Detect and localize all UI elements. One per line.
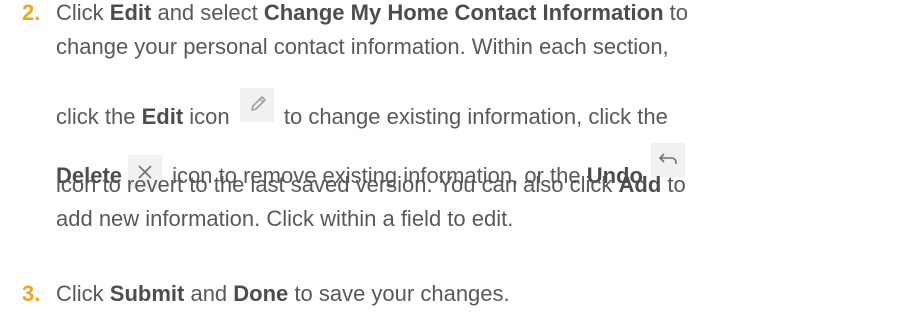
edit-label: Edit [109,0,152,25]
text: icon to revert to the last saved version… [56,172,619,197]
pencil-icon [239,88,274,122]
text: to save your changes. [288,281,510,306]
menu-option-label: Change My Home Contact Information [263,0,664,25]
text: to [663,0,689,25]
step-2-line-1: Click Edit and select Change My Home Con… [56,0,688,26]
step-number: 3. [22,281,41,306]
text: to change existing information, click th… [277,104,668,129]
step-3-line-1: Click Submit and Done to save your chang… [56,281,510,307]
step-2-line-2: change your personal contact information… [56,34,669,59]
text: to [661,172,686,197]
edit-label: Edit [141,104,184,129]
text: Click [56,0,110,25]
add-label: Add [618,172,662,197]
text: icon [183,104,236,129]
step-2-line-3: click the Edit icon to change existing i… [56,88,668,130]
step-number: 2. [22,0,41,25]
step-2-line-5: icon to revert to the last saved version… [56,172,686,198]
step-2-line-6: add new information. Click within a fiel… [56,206,514,231]
text: Click [56,281,110,306]
text: and select [151,0,264,25]
done-label: Done [233,281,289,306]
submit-label: Submit [109,281,185,306]
text: click the [56,104,142,129]
text: and [184,281,234,306]
